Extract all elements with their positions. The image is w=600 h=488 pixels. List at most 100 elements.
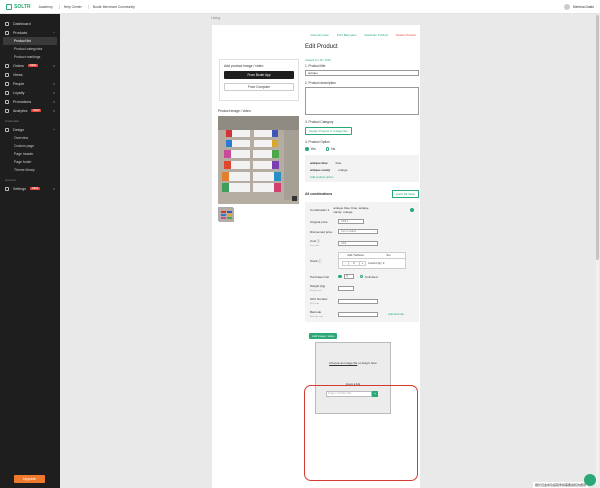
chevron-down-icon: ⌄ bbox=[372, 230, 375, 233]
description-textarea[interactable] bbox=[305, 87, 419, 115]
sidebar-item-label: Promotions bbox=[13, 99, 32, 104]
sidebar-item-people[interactable]: People v bbox=[0, 79, 60, 88]
sidebar-subitem-overview[interactable]: Overview bbox=[0, 134, 60, 142]
stock-label: Stock bbox=[310, 258, 318, 263]
stock-label-group: Stock ⓘ bbox=[310, 259, 338, 263]
sidebar-item-label: Loyalty bbox=[13, 90, 25, 95]
sidebar-item-views[interactable]: Views bbox=[0, 70, 60, 79]
chevron-down-icon: v bbox=[53, 108, 55, 113]
combinations-title: All combinations bbox=[305, 192, 333, 196]
sidebar-item-dashboard[interactable]: Dashboard bbox=[0, 19, 60, 28]
product-thumbnail[interactable] bbox=[218, 207, 234, 222]
avatar bbox=[563, 3, 570, 10]
check-circle-icon bbox=[410, 208, 414, 212]
from-app-button[interactable]: From Boutir App bbox=[224, 71, 294, 79]
limit-radio-icon[interactable] bbox=[338, 274, 342, 279]
tab-set[interactable]: Set bbox=[372, 253, 405, 258]
sidebar-item-orders[interactable]: Orders NEW v bbox=[0, 61, 60, 70]
option-no-radio[interactable]: No bbox=[325, 147, 335, 151]
sidebar-item-products[interactable]: Products ^ bbox=[0, 28, 60, 37]
delete-product-link[interactable]: Delete Product bbox=[396, 33, 416, 37]
sku-row: SKU Number SKU note bbox=[310, 297, 414, 305]
breadcrumb[interactable]: Listing bbox=[211, 16, 220, 20]
top-nav: Academy Help Center Boutir Merchant Comm… bbox=[39, 4, 135, 9]
sidebar-subitem-product-list[interactable]: Product list bbox=[3, 37, 57, 45]
nav-help-center[interactable]: Help Center bbox=[58, 4, 82, 9]
assign-category-button[interactable]: Assign Product in Categories bbox=[305, 127, 352, 135]
from-computer-button[interactable]: From Computer bbox=[224, 83, 294, 91]
discounted-price-row: Discounted price Not in usable ⌄ bbox=[310, 229, 414, 234]
weight-input[interactable] bbox=[338, 285, 354, 291]
unlimited-radio-icon[interactable] bbox=[359, 274, 363, 279]
quick-fill-button[interactable]: Quick Fill Value bbox=[391, 190, 419, 198]
option-row[interactable]: antique blue blue bbox=[310, 161, 414, 165]
chevron-down-icon: v bbox=[53, 63, 55, 68]
weight-row: Weight (kg) Weight note bbox=[310, 284, 414, 292]
option-yes-radio[interactable]: Yes bbox=[305, 147, 316, 151]
page-scrollbar[interactable] bbox=[596, 15, 599, 485]
upgrade-button[interactable]: Upgrade bbox=[14, 475, 45, 483]
sidebar-item-analytics[interactable]: Analytics NEW v bbox=[0, 106, 60, 115]
thumbnail-illustration bbox=[219, 208, 234, 222]
sidebar-item-promotions[interactable]: Promotions v bbox=[0, 97, 60, 106]
original-price-input[interactable]: HK$ 0 bbox=[338, 219, 364, 224]
title-input[interactable]: antique bbox=[305, 70, 419, 76]
chevron-down-icon: v bbox=[53, 186, 55, 191]
combination-value: antique blue: blue; antique candy: orang… bbox=[333, 206, 369, 214]
sku-input[interactable] bbox=[338, 298, 378, 304]
stepper-plus[interactable]: + bbox=[360, 262, 365, 265]
sidebar-item-settings[interactable]: Settings NEW v bbox=[0, 184, 60, 193]
notification-toast[interactable]: 關於資金成功提取申請需要審核的費用 bbox=[533, 482, 589, 488]
purchase-limit-row: Purchase limit 0 Unlimited bbox=[310, 274, 414, 279]
add-option-link[interactable]: Add product option bbox=[310, 175, 414, 179]
chat-launcher-icon[interactable] bbox=[584, 474, 596, 486]
info-icon: ⓘ bbox=[317, 239, 321, 243]
barcode-input[interactable] bbox=[338, 311, 378, 317]
scrollbar-thumb[interactable] bbox=[596, 15, 599, 260]
current-qty: Current Qty: 0 bbox=[368, 262, 385, 265]
cost-input[interactable]: HK$ bbox=[338, 240, 378, 246]
combination-row[interactable]: Combination 1 antique blue: blue; antiqu… bbox=[310, 206, 414, 214]
stock-body: - 0 + Current Qty: 0 bbox=[339, 259, 405, 268]
analytics-icon bbox=[5, 108, 9, 113]
purchase-limit-input[interactable]: 0 bbox=[343, 274, 354, 279]
sidebar-item-design[interactable]: Design ^ bbox=[0, 125, 60, 134]
option-row[interactable]: antique candy orange bbox=[310, 168, 414, 172]
nav-community[interactable]: Boutir Merchant Community bbox=[87, 4, 135, 9]
radio-checked-icon bbox=[305, 147, 309, 151]
sidebar-subitem-custom-page[interactable]: Custom page bbox=[0, 142, 60, 150]
product-actions: View All Code Print Barcodes Duplicate P… bbox=[310, 33, 416, 37]
views-icon bbox=[5, 72, 9, 77]
add-barcode-link[interactable]: Add barcode bbox=[388, 312, 404, 316]
tab-add-subtract[interactable]: Add / Subtract bbox=[339, 253, 372, 258]
product-image[interactable] bbox=[218, 116, 299, 204]
sidebar-subitem-product-categories[interactable]: Product categories bbox=[0, 45, 60, 53]
stepper-value[interactable]: 0 bbox=[348, 262, 360, 265]
new-badge: NEW bbox=[27, 64, 39, 67]
discounted-price-select[interactable]: Not in usable ⌄ bbox=[338, 229, 378, 234]
products-icon bbox=[5, 30, 9, 35]
sidebar-item-label: Settings bbox=[13, 186, 26, 191]
brand-logo[interactable]: SOLTR bbox=[6, 3, 31, 10]
promotions-icon bbox=[5, 99, 9, 104]
sidebar-subitem-theme-library[interactable]: Theme library bbox=[0, 166, 60, 174]
option-value: orange bbox=[338, 168, 348, 172]
category-label: 3. Product Category bbox=[305, 120, 334, 124]
dropzone-hint: or drag it here bbox=[358, 361, 377, 365]
chevron-down-icon: v bbox=[53, 90, 55, 95]
sidebar-subitem-page-footer[interactable]: Page footer bbox=[0, 158, 60, 166]
add-image-video-button[interactable]: Add image / video bbox=[309, 333, 338, 339]
sidebar-item-loyalty[interactable]: Loyalty v bbox=[0, 88, 60, 97]
duplicate-product-link[interactable]: Duplicate Product bbox=[364, 33, 388, 37]
quantity-stepper[interactable]: - 0 + bbox=[342, 261, 366, 266]
nav-academy[interactable]: Academy bbox=[39, 5, 53, 9]
print-barcodes-link[interactable]: Print Barcodes bbox=[337, 33, 357, 37]
sidebar-subitem-page-header[interactable]: Page header bbox=[0, 150, 60, 158]
cost-sublabel: Cost note bbox=[310, 245, 320, 247]
choose-file-link[interactable]: Choose an image file bbox=[329, 361, 357, 365]
view-all-code-link[interactable]: View All Code bbox=[310, 33, 328, 37]
user-menu[interactable]: Melvina Dakis bbox=[563, 3, 594, 10]
barcode-sublabel: Barcode note bbox=[310, 316, 324, 318]
new-badge: NEW bbox=[30, 187, 41, 190]
sidebar-subitem-product-markings[interactable]: Product markings bbox=[0, 53, 60, 61]
